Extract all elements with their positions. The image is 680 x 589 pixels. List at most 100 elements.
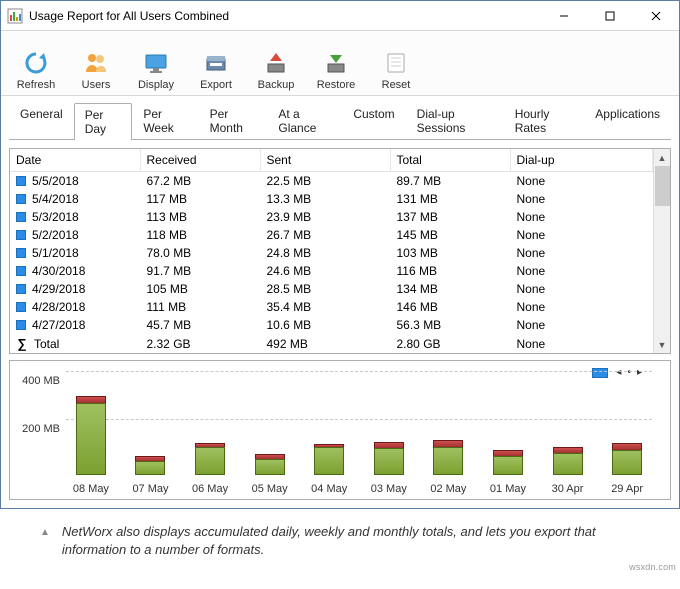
bar-group[interactable] [364, 371, 414, 475]
tab-at-a-glance[interactable]: At a Glance [267, 102, 342, 139]
row-icon [16, 284, 26, 294]
watermark: wsxdn.com [629, 562, 676, 572]
scroll-up-icon[interactable]: ▲ [654, 149, 670, 166]
cell-dialup: None [510, 244, 653, 262]
restore-icon [322, 49, 350, 77]
row-icon [16, 320, 26, 330]
toolbar-label: Refresh [17, 79, 56, 91]
cell-total: 146 MB [390, 298, 510, 316]
table-row[interactable]: 5/2/2018118 MB26.7 MB145 MBNone [10, 226, 653, 244]
minimize-button[interactable] [541, 1, 587, 31]
cell-dialup: None [510, 280, 653, 298]
cell-sent: 24.6 MB [260, 262, 390, 280]
backup-icon [262, 49, 290, 77]
x-tick-label: 02 May [423, 483, 473, 495]
col-date[interactable]: Date [10, 149, 140, 172]
x-tick-label: 29 Apr [602, 483, 652, 495]
bar-group[interactable] [66, 371, 116, 475]
cell-dialup: None [510, 190, 653, 208]
cell-sent: 35.4 MB [260, 298, 390, 316]
cell-total: 137 MB [390, 208, 510, 226]
col-sent[interactable]: Sent [260, 149, 390, 172]
cell-received: 118 MB [140, 226, 260, 244]
bar-group[interactable] [185, 371, 235, 475]
restore-button[interactable]: Restore [309, 35, 363, 91]
bar-group[interactable] [126, 371, 176, 475]
y-tick-label: 200 MB [22, 423, 60, 435]
cell-dialup: None [510, 298, 653, 316]
tab-per-month[interactable]: Per Month [199, 102, 268, 139]
table-row[interactable]: 4/27/201845.7 MB10.6 MB56.3 MBNone [10, 316, 653, 334]
cell-date: 4/29/2018 [32, 282, 85, 296]
bar-group[interactable] [602, 371, 652, 475]
x-tick-label: 07 May [126, 483, 176, 495]
bar-received [255, 459, 285, 475]
bar-group[interactable] [423, 371, 473, 475]
cell-dialup: None [510, 226, 653, 244]
display-button[interactable]: Display [129, 35, 183, 91]
cell-total: 89.7 MB [390, 172, 510, 191]
table-row[interactable]: 4/28/2018111 MB35.4 MB146 MBNone [10, 298, 653, 316]
reset-button[interactable]: Reset [369, 35, 423, 91]
tab-per-week[interactable]: Per Week [132, 102, 198, 139]
table-scrollbar[interactable]: ▲ ▼ [653, 149, 670, 353]
app-icon [7, 8, 23, 24]
row-icon [16, 230, 26, 240]
bar-group[interactable] [304, 371, 354, 475]
tab-strip: General Per Day Per Week Per Month At a … [1, 96, 679, 139]
col-dialup[interactable]: Dial-up [510, 149, 653, 172]
bar-received [135, 461, 165, 475]
tab-per-day[interactable]: Per Day [74, 103, 133, 140]
cell-received: 45.7 MB [140, 316, 260, 334]
tab-hourly-rates[interactable]: Hourly Rates [504, 102, 585, 139]
toolbar-label: Users [82, 79, 111, 91]
table-row[interactable]: 4/29/2018105 MB28.5 MB134 MBNone [10, 280, 653, 298]
bar-received [314, 447, 344, 475]
export-button[interactable]: Export [189, 35, 243, 91]
cell-sent: 22.5 MB [260, 172, 390, 191]
table-row[interactable]: 4/30/201891.7 MB24.6 MB116 MBNone [10, 262, 653, 280]
cell-dialup: None [510, 172, 653, 191]
cell-sent: 492 MB [260, 334, 390, 353]
table-row[interactable]: 5/3/2018113 MB23.9 MB137 MBNone [10, 208, 653, 226]
cell-dialup: None [510, 262, 653, 280]
cell-date: Total [34, 337, 59, 351]
bar-received [553, 453, 583, 475]
cell-sent: 10.6 MB [260, 316, 390, 334]
cell-date: 5/3/2018 [32, 210, 79, 224]
usage-chart: ◂ • ▸ 200 MB400 MB 08 May07 May06 May05 … [9, 360, 671, 500]
tab-applications[interactable]: Applications [584, 102, 671, 139]
cell-received: 91.7 MB [140, 262, 260, 280]
cell-date: 5/4/2018 [32, 192, 79, 206]
table-total-row[interactable]: ∑Total2.32 GB492 MB2.80 GBNone [10, 334, 653, 353]
col-total[interactable]: Total [390, 149, 510, 172]
row-icon [16, 212, 26, 222]
cell-received: 117 MB [140, 190, 260, 208]
table-row[interactable]: 5/1/201878.0 MB24.8 MB103 MBNone [10, 244, 653, 262]
bar-group[interactable] [245, 371, 295, 475]
refresh-button[interactable]: Refresh [9, 35, 63, 91]
cell-sent: 28.5 MB [260, 280, 390, 298]
row-icon [16, 248, 26, 258]
cell-total: 145 MB [390, 226, 510, 244]
backup-button[interactable]: Backup [249, 35, 303, 91]
tab-general[interactable]: General [9, 102, 74, 139]
app-window: Usage Report for All Users Combined Refr… [0, 0, 680, 509]
scroll-down-icon[interactable]: ▼ [654, 336, 670, 353]
bar-group[interactable] [543, 371, 593, 475]
bar-received [195, 447, 225, 475]
x-tick-label: 06 May [185, 483, 235, 495]
close-button[interactable] [633, 1, 679, 31]
cell-date: 4/27/2018 [32, 318, 85, 332]
scroll-thumb[interactable] [655, 166, 670, 206]
table-row[interactable]: 5/5/201867.2 MB22.5 MB89.7 MBNone [10, 172, 653, 191]
tab-custom[interactable]: Custom [342, 102, 405, 139]
col-received[interactable]: Received [140, 149, 260, 172]
bar-group[interactable] [483, 371, 533, 475]
bar-received [374, 448, 404, 475]
cell-sent: 24.8 MB [260, 244, 390, 262]
users-button[interactable]: Users [69, 35, 123, 91]
tab-dial-up-sessions[interactable]: Dial-up Sessions [406, 102, 504, 139]
table-row[interactable]: 5/4/2018117 MB13.3 MB131 MBNone [10, 190, 653, 208]
maximize-button[interactable] [587, 1, 633, 31]
